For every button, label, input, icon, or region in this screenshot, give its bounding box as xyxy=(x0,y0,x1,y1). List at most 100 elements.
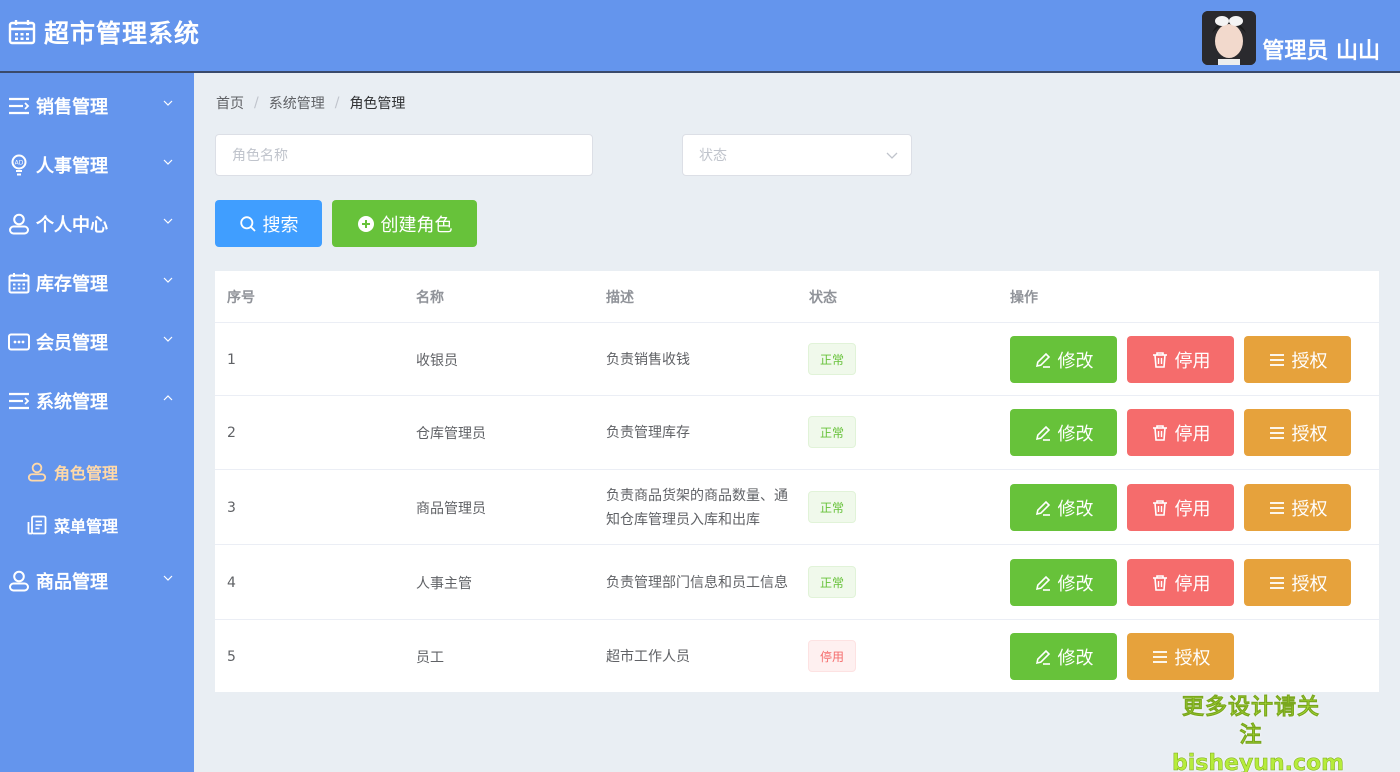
status-badge: 停用 xyxy=(808,640,856,672)
menu-icon xyxy=(1268,351,1286,369)
breadcrumb-system[interactable]: 系统管理 xyxy=(269,93,325,113)
role-description: 负责商品货架的商品数量、通知仓库管理员入库和出库 xyxy=(606,487,788,528)
sidebar-item-members[interactable]: 会员管理 xyxy=(0,319,194,365)
sidebar-subitem-menus[interactable]: 菜单管理 xyxy=(26,508,118,542)
disable-button[interactable]: 停用 xyxy=(1127,409,1234,456)
list-icon xyxy=(7,94,31,118)
sidebar-item-hr[interactable]: AD 人事管理 xyxy=(0,142,194,188)
table-row: 2 仓库管理员 负责管理库存 正常 修改 停用 授权 xyxy=(215,395,1379,469)
edit-button[interactable]: 修改 xyxy=(1010,484,1117,531)
chevron-up-icon xyxy=(163,395,173,401)
sidebar: 销售管理 AD 人事管理 个人中心 库存管理 会员管理 系统管理 角色管理 菜单… xyxy=(0,73,194,772)
row-index: 5 xyxy=(227,648,236,665)
disable-button[interactable]: 停用 xyxy=(1127,336,1234,383)
sidebar-item-system[interactable]: 系统管理 xyxy=(0,378,194,424)
role-name: 商品管理员 xyxy=(416,500,486,517)
search-button[interactable]: 搜索 xyxy=(215,200,322,247)
menu-icon xyxy=(1268,424,1286,442)
sidebar-item-sales[interactable]: 销售管理 xyxy=(0,83,194,129)
authorize-button[interactable]: 授权 xyxy=(1244,484,1351,531)
top-header: 超市管理系统 管理员 山山 xyxy=(0,0,1400,73)
role-description: 负责管理库存 xyxy=(606,425,690,441)
list-icon xyxy=(7,389,31,413)
column-header: 序号 xyxy=(227,289,255,306)
role-name: 仓库管理员 xyxy=(416,426,486,442)
authorize-button-label: 授权 xyxy=(1291,573,1328,595)
role-name-placeholder: 角色名称 xyxy=(232,148,288,164)
role-name-input[interactable]: 角色名称 xyxy=(215,134,593,176)
card-icon xyxy=(7,330,31,354)
sidebar-subitem-roles[interactable]: 角色管理 xyxy=(26,455,118,489)
user-icon xyxy=(7,212,31,236)
status-select[interactable]: 状态 xyxy=(682,134,912,176)
table-row: 4 人事主管 负责管理部门信息和员工信息 正常 修改 停用 授权 xyxy=(215,544,1379,619)
user-icon xyxy=(7,569,31,593)
roles-table: 序号 名称 描述 状态 操作 1 收银员 负责销售收钱 正常 修改 停用 授权 … xyxy=(215,271,1379,692)
document-icon xyxy=(26,514,48,536)
sidebar-item-label: 商品管理 xyxy=(36,572,108,593)
sidebar-item-inventory[interactable]: 库存管理 xyxy=(0,260,194,306)
sidebar-item-label: 会员管理 xyxy=(36,333,108,354)
disable-button[interactable]: 停用 xyxy=(1127,484,1234,531)
table-row: 5 员工 超市工作人员 停用 修改 授权 xyxy=(215,619,1379,692)
watermark-line1: 更多设计请关注 xyxy=(1181,695,1320,749)
table-row: 3 商品管理员 负责商品货架的商品数量、通知仓库管理员入库和出库 正常 修改 停… xyxy=(215,469,1379,544)
user-name: 管理员 山山 xyxy=(1262,39,1380,64)
trash-icon xyxy=(1151,424,1169,442)
sidebar-subitem-label: 菜单管理 xyxy=(54,517,119,536)
chevron-down-icon xyxy=(163,100,173,106)
chevron-down-icon xyxy=(163,159,173,165)
authorize-button-label: 授权 xyxy=(1291,350,1328,372)
menu-icon xyxy=(1151,648,1169,666)
create-role-button[interactable]: 创建角色 xyxy=(332,200,477,247)
status-badge: 正常 xyxy=(808,416,856,448)
watermark: 更多设计请关注 bisheyun.com xyxy=(1172,694,1345,772)
sidebar-item-label: 个人中心 xyxy=(36,215,108,236)
chevron-down-icon xyxy=(163,336,173,342)
chevron-down-icon xyxy=(163,575,173,581)
menu-icon xyxy=(1268,499,1286,517)
edit-button[interactable]: 修改 xyxy=(1010,559,1117,606)
trash-icon xyxy=(1151,574,1169,592)
sidebar-item-products[interactable]: 商品管理 xyxy=(0,558,194,604)
disable-button-label: 停用 xyxy=(1174,350,1211,372)
edit-button-label: 修改 xyxy=(1057,498,1094,520)
sidebar-item-label: 系统管理 xyxy=(36,392,108,413)
column-header: 描述 xyxy=(606,289,634,306)
role-name: 收银员 xyxy=(416,352,458,369)
disable-button-label: 停用 xyxy=(1174,423,1211,445)
sidebar-item-label: 销售管理 xyxy=(36,97,108,118)
authorize-button[interactable]: 授权 xyxy=(1127,633,1234,680)
breadcrumb-current: 角色管理 xyxy=(349,96,406,112)
edit-button-label: 修改 xyxy=(1057,350,1094,372)
authorize-button[interactable]: 授权 xyxy=(1244,336,1351,383)
row-index: 2 xyxy=(227,425,236,441)
edit-button-label: 修改 xyxy=(1057,573,1094,595)
pencil-icon xyxy=(1034,499,1052,517)
sidebar-item-label: 人事管理 xyxy=(36,156,108,177)
authorize-button[interactable]: 授权 xyxy=(1244,559,1351,606)
sidebar-item-label: 库存管理 xyxy=(36,274,108,295)
edit-button[interactable]: 修改 xyxy=(1010,336,1117,383)
breadcrumb: 首页 / 系统管理 / 角色管理 xyxy=(216,93,405,113)
svg-text:AD: AD xyxy=(15,160,24,167)
breadcrumb-home[interactable]: 首页 xyxy=(216,93,244,113)
column-header: 状态 xyxy=(809,289,837,306)
user-icon xyxy=(26,461,48,483)
sidebar-item-profile[interactable]: 个人中心 xyxy=(0,201,194,247)
authorize-button-label: 授权 xyxy=(1174,647,1211,669)
edit-button[interactable]: 修改 xyxy=(1010,409,1117,456)
role-name: 人事主管 xyxy=(416,575,472,592)
edit-button[interactable]: 修改 xyxy=(1010,633,1117,680)
status-badge: 正常 xyxy=(808,566,856,598)
watermark-line2: bisheyun.com xyxy=(1172,751,1345,772)
user-menu[interactable]: 管理员 山山 xyxy=(1202,5,1380,65)
authorize-button[interactable]: 授权 xyxy=(1244,409,1351,456)
disable-button[interactable]: 停用 xyxy=(1127,559,1234,606)
row-index: 1 xyxy=(227,351,236,368)
disable-button-label: 停用 xyxy=(1174,498,1211,520)
sidebar-subitem-label: 角色管理 xyxy=(54,464,119,483)
breadcrumb-separator: / xyxy=(334,95,340,111)
avatar[interactable] xyxy=(1202,11,1257,65)
disable-button-label: 停用 xyxy=(1174,573,1211,595)
